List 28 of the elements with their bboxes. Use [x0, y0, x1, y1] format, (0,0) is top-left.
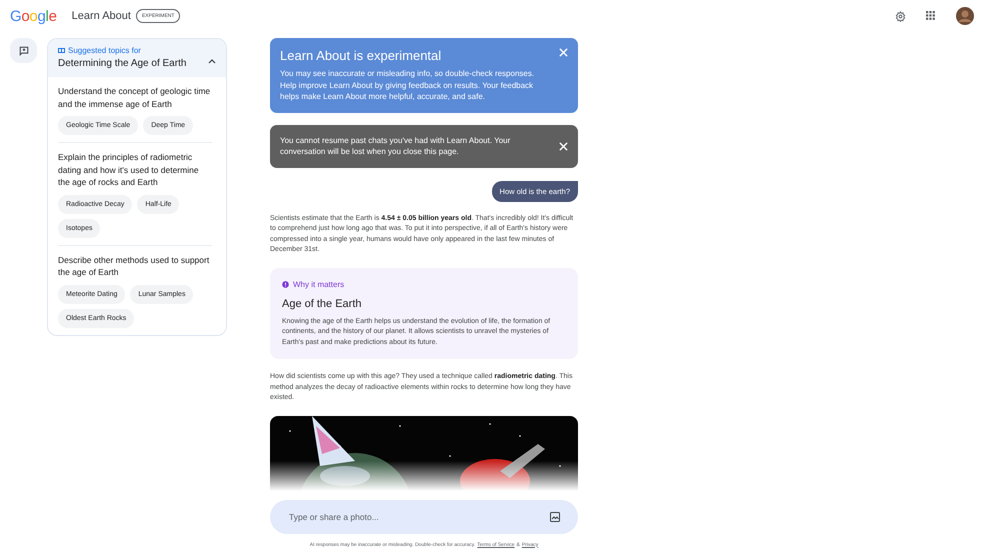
banner-text: You may see inaccurate or misleading info, so double-check responses. Help improve Learn About by giving feedback on results. Your feedback helps make Learn About more helpful, accurate, and safe.: [280, 68, 536, 102]
app-title: Learn About: [72, 10, 131, 22]
settings-icon: [895, 10, 906, 22]
topic-icon: [58, 48, 65, 53]
topics-label: Suggested topics for: [58, 46, 208, 55]
card-title: Age of the Earth: [282, 298, 362, 310]
apps-grid-icon: [926, 11, 936, 21]
avatar[interactable]: [956, 7, 974, 25]
chevron-up-icon: [208, 59, 216, 64]
topic-heading: Understand the concept of geologic time and the immense age of Earth: [58, 85, 212, 110]
badge-icon: [282, 280, 289, 288]
new-chat-button[interactable]: [10, 38, 37, 63]
topic-heading: Explain the principles of radiometric dating and how it's used to determine the age of rocks and Earth: [58, 151, 200, 188]
apps-button[interactable]: [926, 11, 936, 21]
topics-header[interactable]: Suggested topics for Determining the Age of Earth: [48, 39, 226, 77]
close-icon: [559, 48, 568, 57]
topics-title: Determining the Age of Earth: [58, 58, 188, 69]
close-icon: [559, 142, 568, 150]
google-logo[interactable]: Google: [10, 8, 57, 24]
settings-button[interactable]: [895, 10, 906, 22]
message-input[interactable]: Type or share a photo...: [270, 500, 578, 534]
image-icon: [550, 512, 560, 522]
banner-title: Learn About is experimental: [280, 48, 442, 63]
banner-text: You cannot resume past chats you've had with Learn About. Your conversation will be lost when you close this page.: [280, 134, 512, 158]
chat-icon: [18, 46, 28, 56]
add-photo-button[interactable]: [550, 512, 560, 522]
topic-heading: Describe other methods used to support the age of Earth: [58, 254, 210, 278]
why-label: Why it matters: [282, 280, 566, 288]
